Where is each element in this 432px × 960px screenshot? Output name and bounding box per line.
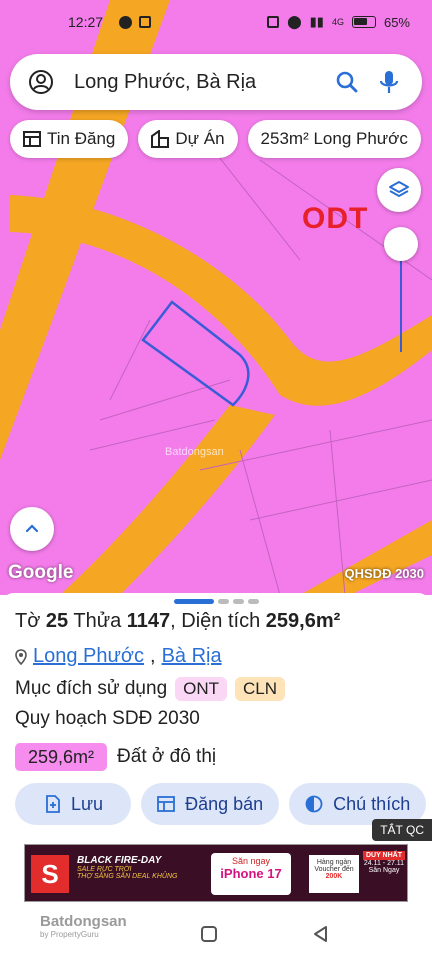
notification-icon xyxy=(119,15,133,29)
ad-promo: Săn ngay iPhone 17 xyxy=(211,853,291,895)
status-time: 12:27 xyxy=(68,14,104,30)
page-indicator xyxy=(174,599,259,604)
ad-headline: BLACK FIRE-DAY SALE RỰC TRỜI THỢ SĂNG SĂ… xyxy=(77,855,177,880)
ad-promo-product: iPhone 17 xyxy=(220,866,282,881)
layers-icon xyxy=(389,181,409,197)
opacity-slider-knob[interactable] xyxy=(384,227,418,261)
back-icon[interactable] xyxy=(312,925,330,943)
plan-label: Quy hoạch SDĐ 2030 xyxy=(15,708,200,729)
chevron-up-icon xyxy=(25,524,39,533)
ad-voucher: Hàng ngàn Voucher đến 200K xyxy=(309,855,359,893)
recent-apps-icon[interactable] xyxy=(200,925,218,943)
post-icon xyxy=(157,796,175,812)
status-right: ⬤ ▮▮ 4G 65% xyxy=(267,14,410,30)
page-dot-active xyxy=(174,599,214,604)
close-ad-button[interactable]: TẮT QC xyxy=(372,819,432,841)
ad-subline: SALE RỰC TRỜI xyxy=(77,866,132,873)
save-icon xyxy=(46,795,60,813)
save-button[interactable]: Lưu xyxy=(15,783,132,825)
status-notification-icons xyxy=(119,15,267,29)
to-label: Tờ xyxy=(15,610,41,632)
ad-cta: Săn Ngay xyxy=(368,867,400,874)
ad-banner[interactable]: S BLACK FIRE-DAY SALE RỰC TRỜI THỢ SĂNG … xyxy=(24,844,408,902)
search-bar[interactable]: Long Phước, Bà Rịa xyxy=(10,54,422,110)
listing-icon xyxy=(23,131,41,147)
ad-dates: DUY NHẤT 24.11 - 27.11 Săn Ngay xyxy=(362,851,405,874)
district-link[interactable]: Bà Rịa xyxy=(162,645,222,668)
batdongsan-logo: Batdongsan by PropertyGuru xyxy=(40,913,127,939)
plan-type: Đất ở đô thị xyxy=(117,746,217,767)
thua-value: 1147 xyxy=(126,610,171,632)
to-value: 25 xyxy=(45,610,69,632)
nfc-icon xyxy=(267,16,280,28)
ad-duy-nhat: DUY NHẤT xyxy=(362,851,405,860)
action-buttons: Lưu Đăng bán Chú thích xyxy=(15,783,427,825)
zone-label: ODT xyxy=(302,202,369,235)
land-purpose: Mục đích sử dụng ONT CLN xyxy=(15,677,286,701)
purpose-tag-cln[interactable]: CLN xyxy=(235,677,286,701)
account-icon[interactable] xyxy=(28,69,54,95)
search-button[interactable] xyxy=(332,67,362,97)
page-dot xyxy=(233,599,244,604)
nav-logo-text: Batdongsan xyxy=(40,913,127,930)
chip-label: Dự Án xyxy=(175,129,225,148)
app-icon xyxy=(139,16,152,28)
parcel-summary: Tờ 25 Thửa 1147, Diện tích 259,6m² xyxy=(15,610,341,632)
page-dot xyxy=(218,599,229,604)
network-type: 4G xyxy=(331,17,344,27)
ward-link[interactable]: Long Phước xyxy=(33,645,144,668)
ad-promo-top: Săn ngay xyxy=(231,856,271,866)
save-label: Lưu xyxy=(71,793,104,814)
filter-chips: Tin Đăng Dự Án 253m² Long Phước xyxy=(10,120,421,158)
voice-search-button[interactable] xyxy=(374,67,404,97)
map-layer-name: QHSDĐ 2030 xyxy=(344,566,424,581)
search-query[interactable]: Long Phước, Bà Rịa xyxy=(74,71,320,94)
battery-icon xyxy=(351,16,376,28)
ad-date-range: 24.11 - 27.11 xyxy=(363,860,405,867)
search-icon xyxy=(336,71,358,93)
chip-label: Tin Đăng xyxy=(47,129,116,148)
opacity-slider-track[interactable] xyxy=(400,260,402,352)
parcel-info-sheet: Tờ 25 Thửa 1147, Diện tích 259,6m² Long … xyxy=(0,593,432,905)
chip-label: 253m² Long Phước xyxy=(260,129,408,148)
nav-logo-sub: by PropertyGuru xyxy=(40,930,99,939)
chip-saved-search[interactable]: 253m² Long Phước xyxy=(247,120,421,158)
parcel-location: Long Phước, Bà Rịa xyxy=(15,645,222,668)
map-watermark: Batdongsan xyxy=(165,446,224,458)
status-bar: 12:27 ⬤ ▮▮ 4G 65% xyxy=(0,0,432,44)
location-icon: ⬤ xyxy=(287,14,302,29)
chip-du-an[interactable]: Dự Án xyxy=(138,120,238,158)
layers-button[interactable] xyxy=(377,168,421,212)
dien-tich-label: Diện tích xyxy=(181,610,261,632)
dien-tich-value: 259,6m² xyxy=(265,610,341,632)
microphone-icon xyxy=(379,71,399,93)
system-nav-bar: Batdongsan by PropertyGuru xyxy=(0,905,432,960)
legend-label: Chú thích xyxy=(333,793,411,814)
page-dot xyxy=(248,599,259,604)
location-pin-icon xyxy=(15,648,27,665)
thua-label: Thửa xyxy=(73,610,122,632)
post-sale-label: Đăng bán xyxy=(185,793,264,814)
ad-voucher-amount: 200K xyxy=(325,873,343,880)
plan-area-badge: 259,6m² xyxy=(15,743,108,771)
purpose-label: Mục đích sử dụng xyxy=(15,678,168,699)
ad-small-print: THỢ SĂNG SĂN DEAL KHỦNG xyxy=(77,873,178,880)
ad-voucher-line1: Hàng ngàn xyxy=(316,859,352,866)
chip-tin-dang[interactable]: Tin Đăng xyxy=(10,120,129,158)
plan-detail: 259,6m² Đất ở đô thị xyxy=(15,743,216,771)
shopee-logo: S xyxy=(31,855,69,893)
signal-icon: ▮▮ xyxy=(309,14,324,29)
google-logo: Google xyxy=(8,562,74,583)
ad-headline-text: BLACK FIRE-DAY xyxy=(77,855,162,866)
purpose-tag-ont[interactable]: ONT xyxy=(175,677,228,701)
building-icon xyxy=(151,130,170,148)
post-sale-button[interactable]: Đăng bán xyxy=(141,783,280,825)
ad-voucher-line2: Voucher đến xyxy=(314,866,354,873)
expand-up-button[interactable] xyxy=(10,507,54,551)
legend-icon xyxy=(305,795,323,813)
battery-percent: 65% xyxy=(383,14,410,30)
